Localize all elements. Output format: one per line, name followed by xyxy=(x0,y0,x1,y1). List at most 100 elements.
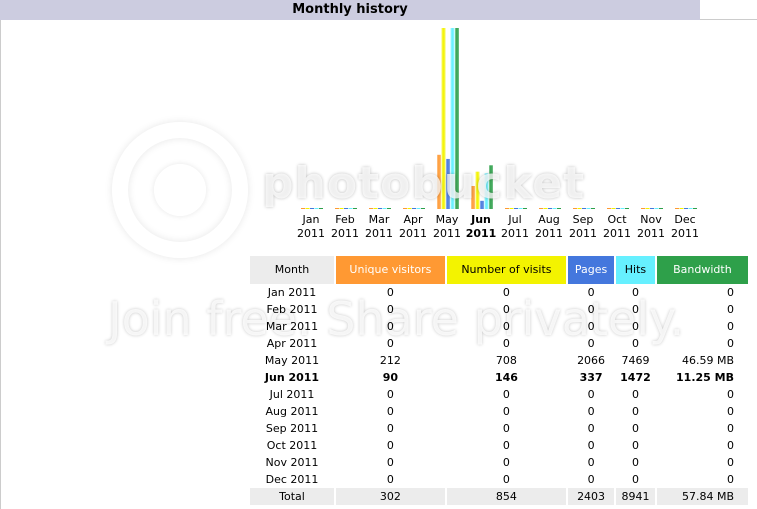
cell-unique: 0 xyxy=(386,456,394,469)
unique-visitors-header: Unique visitors xyxy=(336,256,445,284)
cell-pages: 2066 xyxy=(577,354,606,367)
cell-pages: 0 xyxy=(587,422,595,435)
bar-bandwidth-nov xyxy=(659,208,663,209)
table-row: Jul 2011 0 0 0 0 0 xyxy=(250,386,748,403)
bar-bandwidth-sep xyxy=(591,208,595,209)
cell-hits: 1472 xyxy=(620,371,651,384)
x-tick-year: 2011 xyxy=(433,227,461,240)
cell-visits: 708 xyxy=(495,354,517,367)
table-row: Mar 2011 0 0 0 0 0 xyxy=(250,318,748,335)
cell-unique: 0 xyxy=(386,337,394,350)
cell-visits: 0 xyxy=(502,388,510,401)
x-tick-year: 2011 xyxy=(637,227,665,240)
cell-visits: 0 xyxy=(502,422,510,435)
cell-visits: 0 xyxy=(502,439,510,452)
table-row: Oct 2011 0 0 0 0 0 xyxy=(250,437,748,454)
cell-unique: 212 xyxy=(379,354,401,367)
cell-unique: 0 xyxy=(386,405,394,418)
month-header: Month xyxy=(250,256,334,284)
bar-unique-jul xyxy=(505,208,509,209)
bar-unique-aug xyxy=(539,208,543,209)
bar-unique-oct xyxy=(607,208,611,209)
bar-bandwidth-may xyxy=(455,28,459,209)
bar-bandwidth-oct xyxy=(625,208,629,209)
bar-hits-may xyxy=(450,28,455,209)
x-tick-year: 2011 xyxy=(569,227,597,240)
x-tick-month: Sep xyxy=(573,213,594,226)
cell-visits: 0 xyxy=(502,456,510,469)
table-header-row: Month Unique visitors Number of visits P… xyxy=(250,256,748,284)
x-tick-year: 2011 xyxy=(399,227,427,240)
bar-unique-nov xyxy=(641,208,645,209)
cell-pages: 0 xyxy=(587,439,595,452)
cell-month: Total xyxy=(250,488,334,505)
cell-pages: 0 xyxy=(587,286,595,299)
bar-bandwidth-mar xyxy=(387,208,391,209)
bar-visits-feb xyxy=(339,208,344,209)
cell-bandwidth: 0 xyxy=(727,473,734,486)
table-row: Jan 2011 0 0 0 0 0 xyxy=(250,284,748,301)
cell-unique: 0 xyxy=(386,473,394,486)
cell-visits: 0 xyxy=(502,320,510,333)
cell-pages: 0 xyxy=(587,388,595,401)
cell-hits: 0 xyxy=(631,473,639,486)
table-row: May 2011 212 708 2066 7469 46.59 MB xyxy=(250,352,748,369)
cell-bandwidth: 46.59 MB xyxy=(681,354,734,367)
x-tick-year: 2011 xyxy=(365,227,393,240)
bar-unique-mar xyxy=(369,208,373,209)
table-row: Feb 2011 0 0 0 0 0 xyxy=(250,301,748,318)
table-row: Aug 2011 0 0 0 0 0 xyxy=(250,403,748,420)
cell-unique: 0 xyxy=(386,422,394,435)
bar-bandwidth-dec xyxy=(693,208,697,209)
x-tick-year: 2011 xyxy=(671,227,699,240)
cell-pages: 0 xyxy=(587,337,595,350)
cell-month: Jul 2011 xyxy=(269,388,315,401)
bar-bandwidth-jun xyxy=(489,165,493,209)
cell-pages: 337 xyxy=(579,371,603,384)
cell-pages: 0 xyxy=(587,405,595,418)
bar-hits-jun xyxy=(484,173,489,209)
cell-visits: 0 xyxy=(502,473,510,486)
cell-month: Sep 2011 xyxy=(265,422,319,435)
bar-hits-mar xyxy=(382,208,387,209)
x-tick-year: 2011 xyxy=(603,227,631,240)
cell-bandwidth: 0 xyxy=(727,405,734,418)
bar-unique-sep xyxy=(573,208,577,209)
bar-unique-feb xyxy=(335,208,339,209)
bar-hits-feb xyxy=(348,208,353,209)
x-tick-month: May xyxy=(436,213,459,226)
cell-unique: 0 xyxy=(386,303,394,316)
cell-month: Feb 2011 xyxy=(266,303,318,316)
x-tick-year: 2011 xyxy=(501,227,529,240)
bar-pages-aug xyxy=(548,208,552,209)
cell-bandwidth: 0 xyxy=(727,303,734,316)
bar-hits-nov xyxy=(654,208,659,209)
cell-month: Aug 2011 xyxy=(265,405,319,418)
bar-visits-sep xyxy=(577,208,582,209)
cell-hits: 0 xyxy=(631,337,639,350)
cell-pages: 0 xyxy=(587,473,595,486)
bar-pages-jul xyxy=(514,208,518,209)
hits-header: Hits xyxy=(616,256,655,284)
bar-visits-may xyxy=(441,28,446,209)
cell-month: Jun 2011 xyxy=(264,371,320,384)
bar-unique-dec xyxy=(675,208,679,209)
cell-pages: 2403 xyxy=(568,488,615,505)
cell-unique: 0 xyxy=(386,286,394,299)
total-row: Total 302 854 2403 8941 57.84 MB xyxy=(250,488,748,505)
x-tick-month: Apr xyxy=(403,213,423,226)
bar-pages-may xyxy=(446,158,450,209)
cell-visits: 0 xyxy=(502,286,510,299)
cell-hits: 8941 xyxy=(616,488,655,505)
bar-visits-jul xyxy=(509,208,514,209)
x-tick-year: 2011 xyxy=(331,227,359,240)
cell-hits: 7469 xyxy=(621,354,650,367)
cell-visits: 0 xyxy=(502,337,510,350)
table-row: Nov 2011 0 0 0 0 0 xyxy=(250,454,748,471)
bar-hits-oct xyxy=(620,208,625,209)
cell-hits: 0 xyxy=(631,303,639,316)
monthly-history-chart: Jan2011Feb2011Mar2011Apr2011May2011Jun20… xyxy=(297,28,699,240)
cell-pages: 0 xyxy=(587,303,595,316)
pages-header: Pages xyxy=(568,256,615,284)
bar-visits-dec xyxy=(679,208,684,209)
